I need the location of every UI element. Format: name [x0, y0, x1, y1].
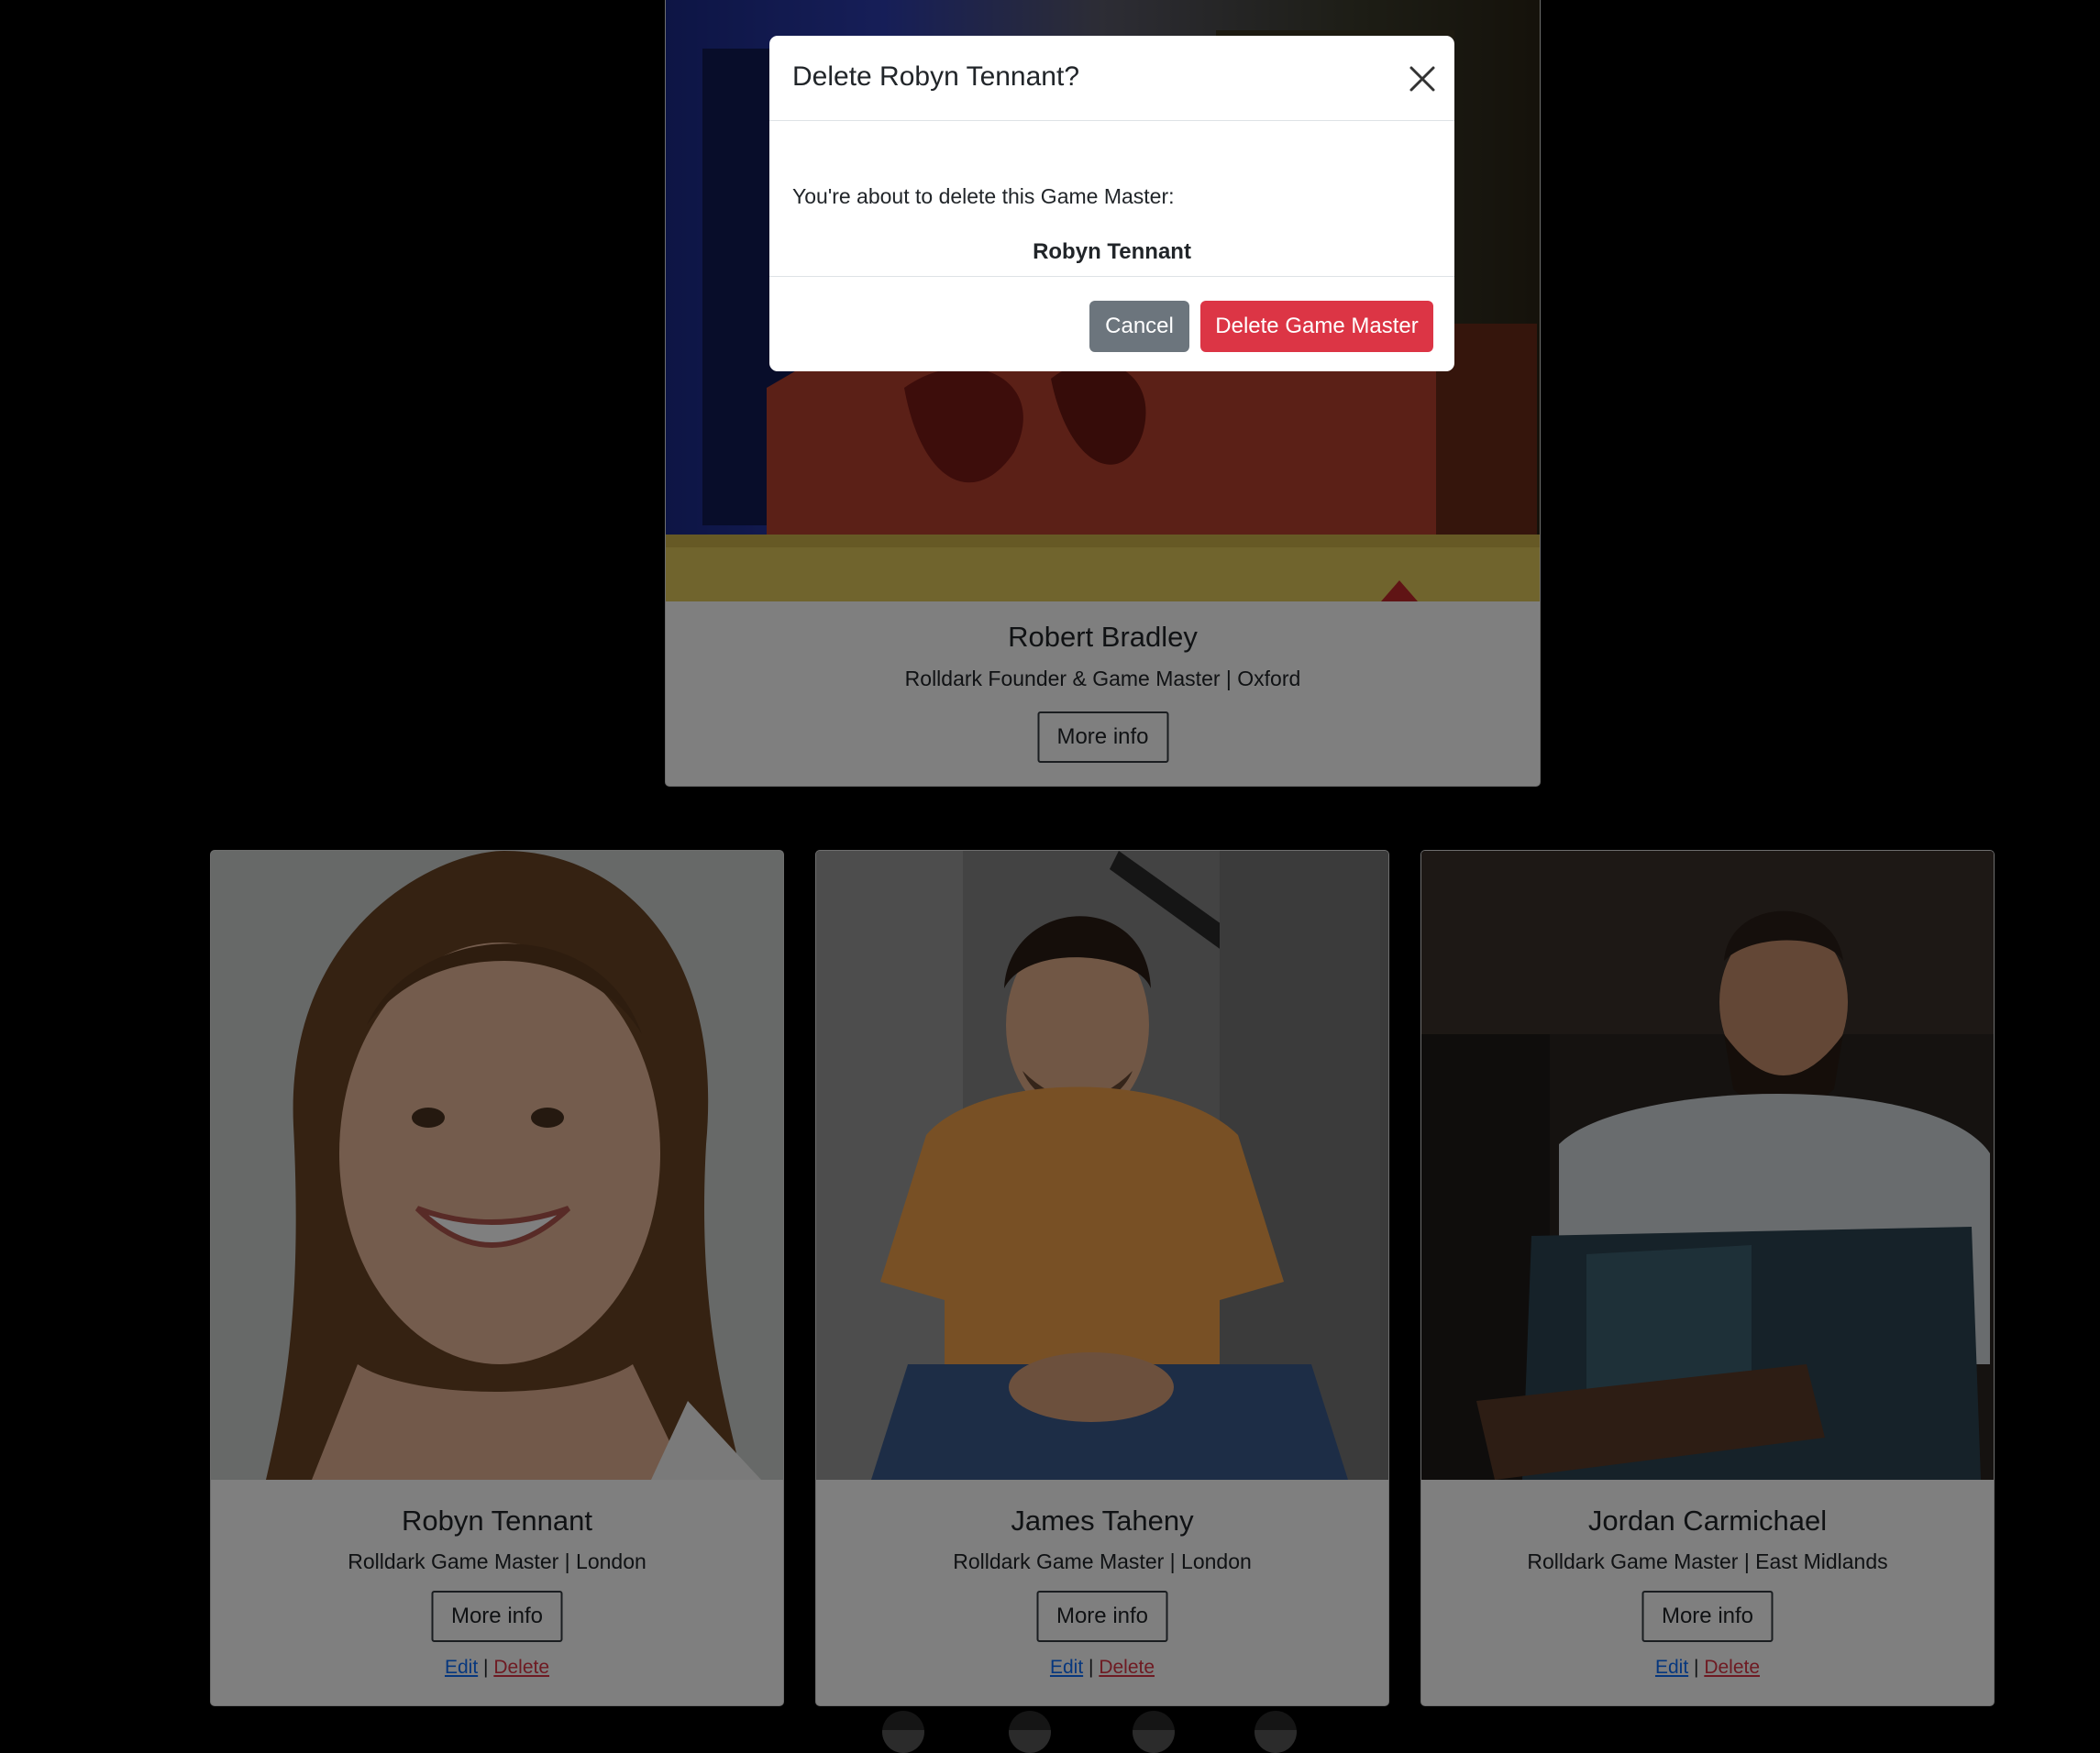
- modal-header: Delete Robyn Tennant?: [769, 36, 1454, 121]
- close-icon: [1409, 66, 1435, 92]
- modal-message: You're about to delete this Game Master:: [792, 184, 1175, 208]
- delete-game-master-button[interactable]: Delete Game Master: [1200, 301, 1433, 352]
- close-button[interactable]: [1401, 58, 1443, 100]
- delete-confirmation-modal: Delete Robyn Tennant? You're about to de…: [769, 36, 1454, 371]
- modal-title: Delete Robyn Tennant?: [792, 61, 1080, 92]
- modal-footer: Cancel Delete Game Master: [769, 276, 1454, 371]
- modal-target-name: Robyn Tennant: [1033, 239, 1191, 264]
- cancel-button[interactable]: Cancel: [1089, 301, 1189, 352]
